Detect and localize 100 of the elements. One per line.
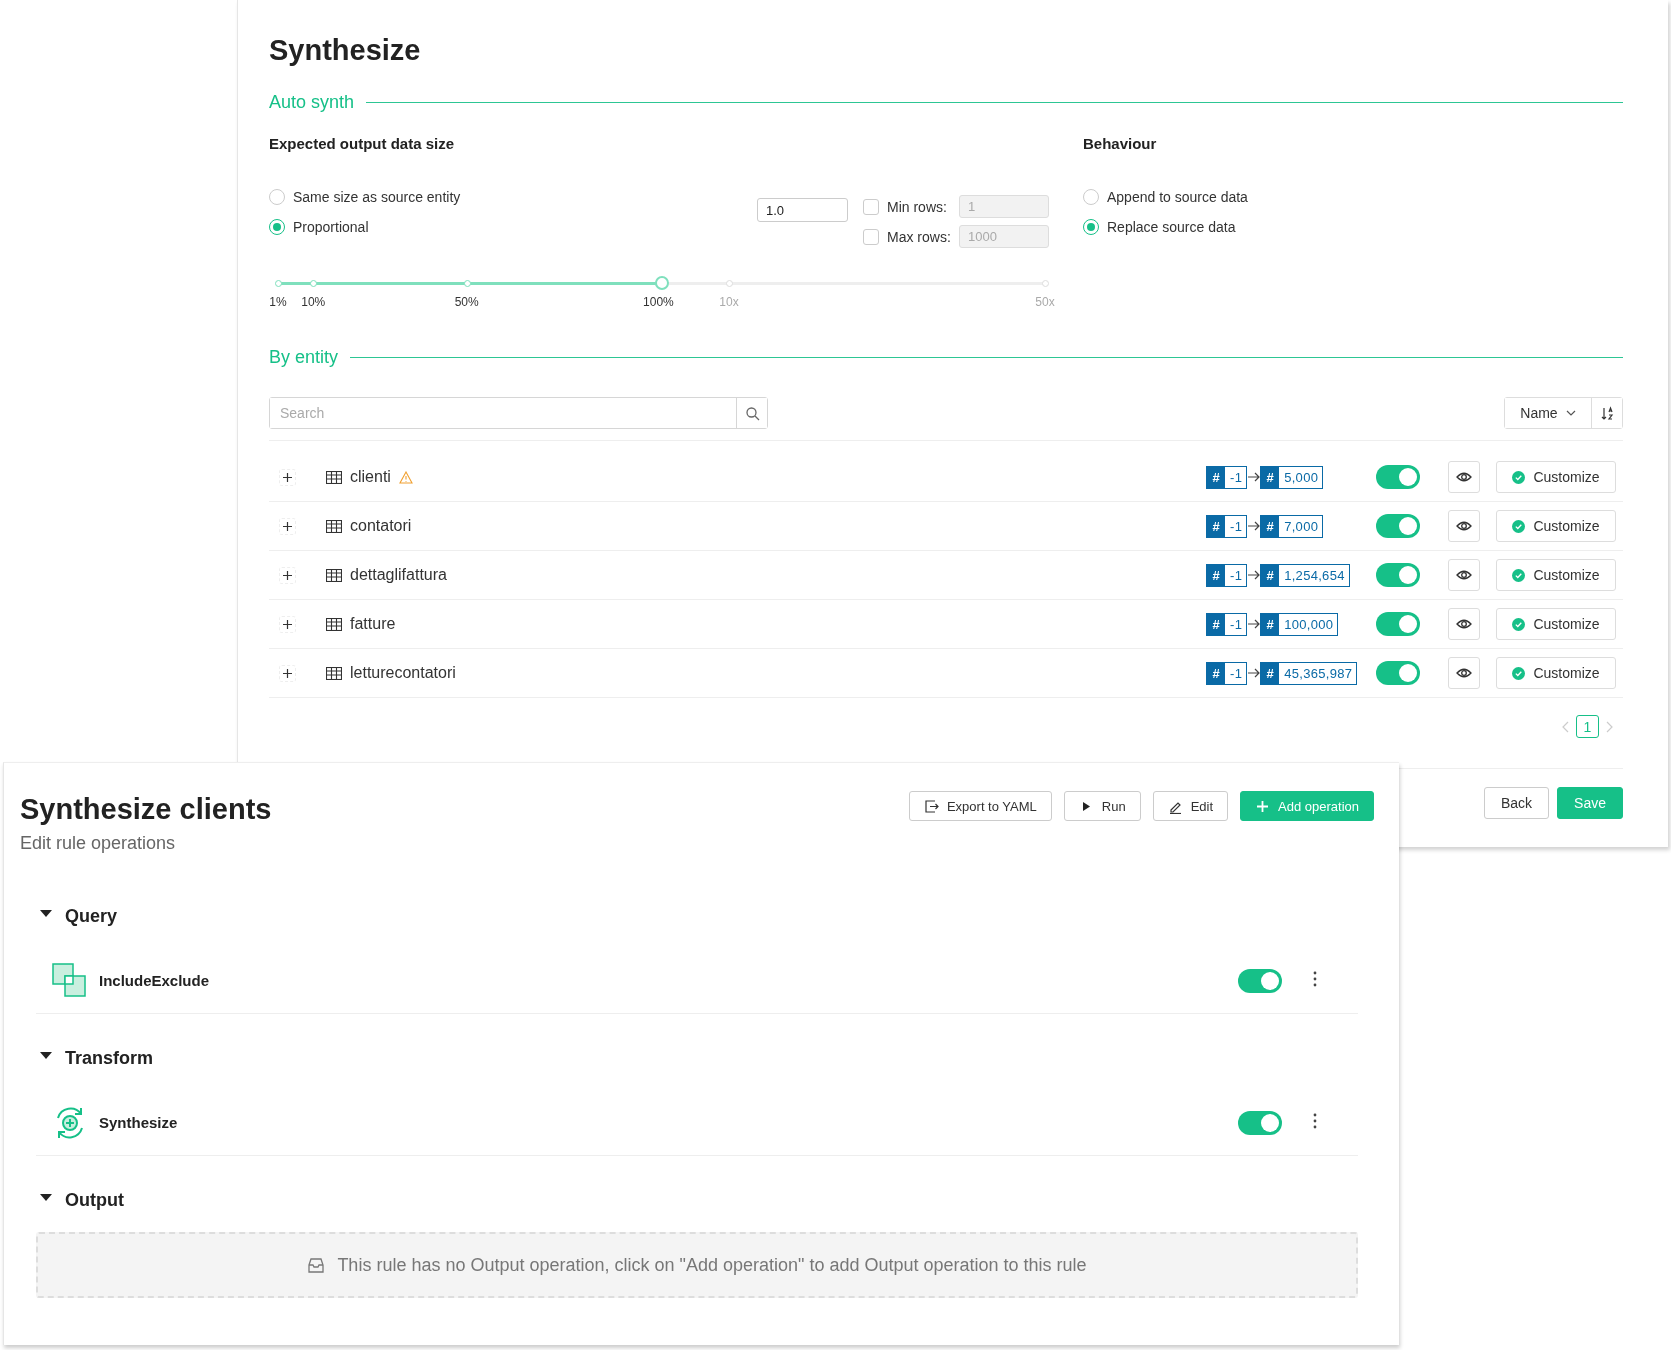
- window-subtitle: Edit rule operations: [20, 833, 177, 854]
- caret-down-icon[interactable]: [40, 1193, 52, 1201]
- run-button[interactable]: Run: [1063, 791, 1141, 821]
- edit-button[interactable]: Edit: [1152, 791, 1229, 821]
- subsection-heading: Behaviour: [1083, 135, 1158, 154]
- row-count-badge: # -1: [1206, 514, 1248, 538]
- sort-dropdown[interactable]: Name: [1505, 398, 1592, 428]
- export-button[interactable]: Export to YAML: [908, 791, 1052, 821]
- customize-button[interactable]: Customize: [1496, 559, 1616, 591]
- slider-tick: [310, 280, 318, 287]
- slider-tick: [726, 280, 733, 287]
- chevron-right-icon: [1605, 720, 1613, 733]
- window-title: Synthesize: [269, 33, 422, 68]
- radio-option[interactable]: Same size as source entity: [269, 188, 757, 206]
- arrow-right-icon: [1247, 667, 1261, 679]
- plus-icon: [282, 471, 293, 483]
- slider-tick: [463, 280, 471, 287]
- preview-button[interactable]: [1448, 559, 1480, 591]
- slider-thumb[interactable]: [654, 276, 669, 290]
- radio-label: Same size as source entity: [293, 189, 461, 205]
- radio-option[interactable]: Replace source data: [1083, 218, 1571, 236]
- search-icon: [744, 405, 760, 421]
- row-count-badge: # -1: [1206, 465, 1248, 489]
- row-count-badge: # -1: [1206, 563, 1248, 587]
- toggle-switch[interactable]: [1238, 968, 1282, 993]
- radio-option[interactable]: Proportional: [269, 218, 757, 236]
- ratio-field[interactable]: 1.0: [757, 198, 848, 222]
- table-icon: [326, 666, 342, 680]
- section-title: Query: [65, 905, 118, 927]
- inbox-icon: [307, 1256, 326, 1274]
- radio-button[interactable]: [269, 189, 285, 205]
- eye-icon: [1456, 471, 1472, 483]
- table-icon: [326, 568, 342, 582]
- row-count-badge: # 100,000: [1260, 612, 1339, 636]
- entity-name: dettaglifattura: [350, 566, 447, 584]
- preview-button[interactable]: [1448, 657, 1480, 689]
- plus-icon: [1255, 798, 1271, 814]
- radio-button[interactable]: [1083, 189, 1099, 205]
- arrow-right-icon: [1247, 471, 1261, 483]
- expand-button[interactable]: [279, 664, 296, 682]
- radio-button[interactable]: [269, 219, 285, 235]
- overlapping-squares-icon: [52, 962, 88, 999]
- table-icon: [326, 519, 342, 533]
- customize-button[interactable]: Customize: [1496, 657, 1616, 689]
- row-count-badge: # 45,365,987: [1260, 661, 1358, 685]
- arrow-right-icon: [1247, 618, 1261, 630]
- eye-icon: [1456, 618, 1472, 630]
- customize-button[interactable]: Customize: [1496, 510, 1616, 542]
- section-title: Transform: [65, 1047, 154, 1069]
- toggle-switch[interactable]: [1238, 1110, 1282, 1135]
- expand-button[interactable]: [279, 517, 296, 535]
- table-icon: [326, 617, 342, 631]
- row-count-badge: # 1,254,654: [1260, 563, 1350, 587]
- radio-button[interactable]: [1083, 219, 1099, 235]
- caret-down-icon[interactable]: [40, 909, 52, 917]
- plus-icon: [282, 618, 293, 630]
- entity-name: letturecontatori: [350, 664, 456, 682]
- toggle-switch[interactable]: [1376, 563, 1420, 587]
- checkbox[interactable]: [863, 228, 879, 245]
- eye-icon: [1456, 569, 1472, 581]
- checkbox[interactable]: [863, 198, 879, 215]
- tick-label: 10%: [301, 295, 326, 309]
- export-icon: [923, 798, 939, 814]
- customize-button[interactable]: Customize: [1496, 461, 1616, 493]
- check-circle-icon: [1512, 470, 1526, 484]
- radio-label: Replace source data: [1107, 219, 1236, 235]
- plus-icon: [282, 520, 293, 532]
- sort-icon: [1600, 405, 1614, 421]
- operation-name: IncludeExclude: [99, 972, 211, 989]
- preview-button[interactable]: [1448, 608, 1480, 640]
- customize-button[interactable]: Customize: [1496, 608, 1616, 640]
- expand-button[interactable]: [279, 566, 296, 584]
- tick-label: 50%: [454, 295, 479, 309]
- search-button[interactable]: [736, 398, 767, 428]
- caret-down-icon[interactable]: [40, 1051, 52, 1059]
- empty-message: This rule has no Output operation, click on "Add operation" to add Output operation to this rule: [337, 1254, 1087, 1276]
- entity-name: contatori: [350, 517, 412, 535]
- tick-label: 10x: [719, 295, 739, 309]
- tick-label: 100%: [643, 295, 674, 309]
- section-title: Output: [65, 1189, 124, 1211]
- toggle-switch[interactable]: [1376, 612, 1420, 636]
- entity-name: fatture: [350, 615, 396, 633]
- row-count-badge: # 5,000: [1260, 465, 1324, 489]
- field-label: Min rows:: [887, 198, 948, 215]
- toggle-switch[interactable]: [1376, 514, 1420, 538]
- toggle-switch[interactable]: [1376, 465, 1420, 489]
- expand-button[interactable]: [279, 468, 296, 486]
- back-button[interactable]: Back: [1483, 787, 1550, 819]
- tick-label: 1%: [269, 295, 287, 309]
- row-count-badge: # -1: [1206, 661, 1248, 685]
- check-circle-icon: [1512, 617, 1526, 631]
- toggle-switch[interactable]: [1376, 661, 1420, 685]
- radio-option[interactable]: Append to source data: [1083, 188, 1571, 206]
- preview-button[interactable]: [1448, 461, 1480, 493]
- field-label: Max rows:: [887, 228, 951, 245]
- table-icon: [326, 470, 342, 484]
- preview-button[interactable]: [1448, 510, 1480, 542]
- expand-button[interactable]: [279, 615, 296, 633]
- warning-icon: [398, 470, 413, 484]
- arrow-right-icon: [1247, 569, 1261, 581]
